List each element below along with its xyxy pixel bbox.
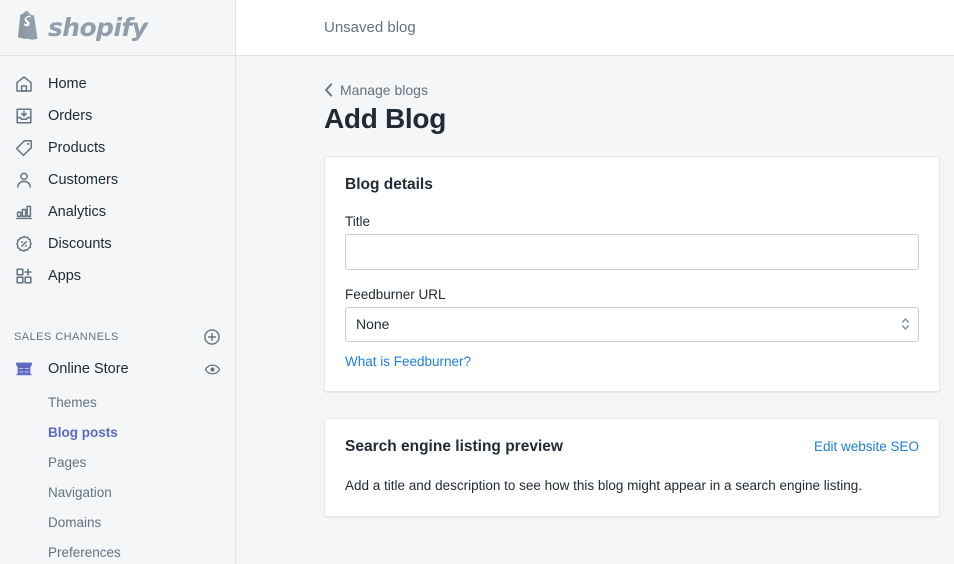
customer-person-icon [14, 170, 34, 190]
product-tag-icon [14, 138, 34, 158]
apps-grid-plus-icon [14, 266, 34, 286]
analytics-bar-chart-icon [14, 202, 34, 222]
online-store-subnav: Themes Blog posts Pages Navigation Domai… [0, 386, 235, 564]
sidebar-subitem-blog-posts[interactable]: Blog posts [0, 418, 235, 448]
seo-preview-body: Add a title and description to see how t… [345, 476, 919, 496]
shopify-admin-window: shopify Home [0, 0, 954, 564]
primary-nav: Home Orders [0, 56, 235, 292]
title-input[interactable] [345, 234, 919, 270]
sidebar-item-products[interactable]: Products [0, 132, 235, 164]
plus-circle-icon[interactable] [203, 328, 221, 346]
seo-preview-card: Search engine listing preview Edit websi… [324, 418, 940, 518]
orders-inbox-icon [14, 106, 34, 126]
sidebar-subitem-domains[interactable]: Domains [0, 508, 235, 538]
brand-header: shopify [0, 0, 235, 56]
sales-channels-label: SALES CHANNELS [14, 331, 119, 343]
sidebar-item-label: Orders [48, 109, 92, 124]
blog-details-card: Blog details Title Feedburner URL None [324, 156, 940, 392]
sidebar-item-label: Online Store [48, 362, 190, 377]
sidebar-item-customers[interactable]: Customers [0, 164, 235, 196]
page-title: Add Blog [324, 103, 940, 135]
sidebar-item-analytics[interactable]: Analytics [0, 196, 235, 228]
sidebar-item-label: Apps [48, 269, 81, 284]
home-icon [14, 74, 34, 94]
sidebar-item-label: Products [48, 141, 105, 156]
sidebar-item-label: Customers [48, 173, 118, 188]
feedburner-selected-value: None [356, 316, 389, 332]
edit-website-seo-link[interactable]: Edit website SEO [814, 439, 919, 454]
sidebar-item-home[interactable]: Home [0, 68, 235, 100]
blog-details-title: Blog details [345, 177, 919, 193]
discount-percent-icon [14, 234, 34, 254]
sidebar-subitem-preferences[interactable]: Preferences [0, 538, 235, 564]
title-field-label: Title [345, 214, 919, 229]
feedburner-select-wrapper: None [345, 307, 919, 342]
storefront-icon [14, 359, 34, 379]
seo-preview-title: Search engine listing preview [345, 439, 563, 455]
sidebar-item-online-store[interactable]: Online Store [0, 352, 235, 386]
sidebar-subitem-navigation[interactable]: Navigation [0, 478, 235, 508]
brand-name: shopify [48, 15, 147, 40]
sidebar-item-label: Discounts [48, 237, 112, 252]
sidebar-item-label: Analytics [48, 205, 106, 220]
shopify-bag-icon [14, 10, 41, 45]
shopify-logo[interactable]: shopify [14, 10, 147, 45]
what-is-feedburner-link[interactable]: What is Feedburner? [345, 354, 471, 369]
sidebar: shopify Home [0, 0, 236, 564]
sidebar-subitem-themes[interactable]: Themes [0, 388, 235, 418]
sales-channels-header: SALES CHANNELS [0, 322, 235, 352]
main-area: Unsaved blog Manage blogs Add Blog Blog … [236, 0, 954, 564]
eye-icon[interactable] [204, 361, 221, 378]
page-content: Manage blogs Add Blog Blog details Title… [236, 56, 954, 564]
unsaved-state-title: Unsaved blog [324, 19, 416, 36]
back-to-manage-blogs-link[interactable]: Manage blogs [324, 82, 428, 98]
feedburner-field-label: Feedburner URL [345, 287, 919, 302]
top-bar: Unsaved blog [236, 0, 954, 56]
sidebar-item-apps[interactable]: Apps [0, 260, 235, 292]
sidebar-subitem-pages[interactable]: Pages [0, 448, 235, 478]
chevron-left-icon [324, 83, 333, 97]
back-link-label: Manage blogs [340, 82, 428, 98]
sidebar-item-label: Home [48, 77, 87, 92]
sidebar-item-orders[interactable]: Orders [0, 100, 235, 132]
sidebar-item-discounts[interactable]: Discounts [0, 228, 235, 260]
feedburner-select[interactable]: None [345, 307, 919, 342]
